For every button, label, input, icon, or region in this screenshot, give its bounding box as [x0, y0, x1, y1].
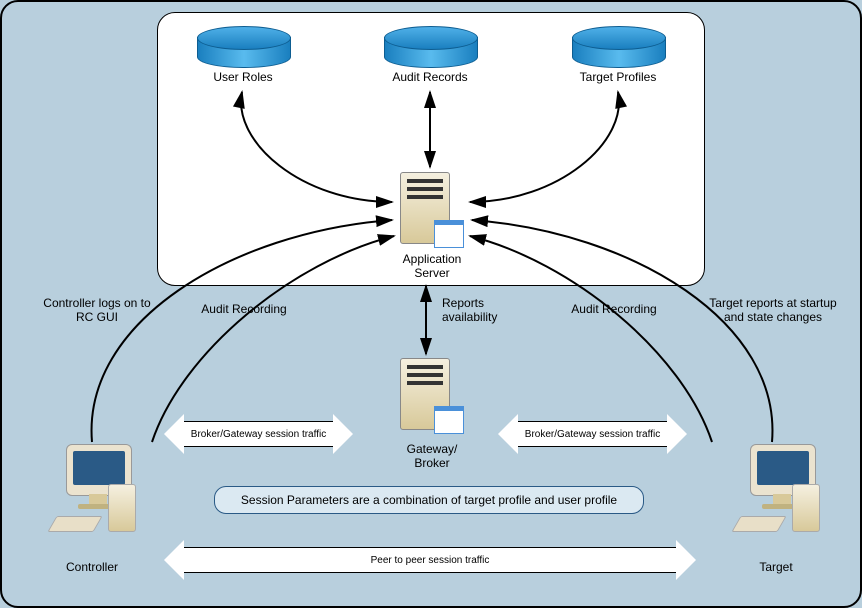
target-pc-icon	[726, 444, 826, 544]
edge-target-reports: Target reports at startup and state chan…	[698, 296, 848, 324]
edge-audit-left: Audit Recording	[194, 302, 294, 316]
target-label: Target	[746, 560, 806, 574]
application-server-icon	[400, 172, 460, 252]
db-user-roles-label: User Roles	[197, 70, 289, 84]
broker-traffic-right-text: Broker/Gateway session traffic	[525, 429, 660, 440]
application-server-label: Application Server	[382, 252, 482, 280]
session-params-text: Session Parameters are a combination of …	[241, 493, 617, 507]
edge-controller-logs: Controller logs on to RC GUI	[32, 296, 162, 324]
db-target-profiles-label: Target Profiles	[572, 70, 664, 84]
broker-traffic-left-arrow: Broker/Gateway session traffic	[164, 414, 353, 454]
gateway-broker-icon	[400, 358, 460, 438]
gateway-broker-label: Gateway/ Broker	[382, 442, 482, 470]
architecture-diagram: User Roles Audit Records Target Profiles…	[0, 0, 862, 608]
peer-traffic-text: Peer to peer session traffic	[371, 555, 490, 566]
peer-traffic-arrow: Peer to peer session traffic	[164, 540, 696, 580]
broker-traffic-left-text: Broker/Gateway session traffic	[191, 429, 326, 440]
controller-label: Controller	[52, 560, 132, 574]
controller-pc-icon	[42, 444, 142, 544]
broker-traffic-right-arrow: Broker/Gateway session traffic	[498, 414, 687, 454]
edge-audit-right: Audit Recording	[564, 302, 664, 316]
edge-reports-avail: Reports availability	[442, 296, 522, 324]
session-params-note: Session Parameters are a combination of …	[214, 486, 644, 514]
db-audit-records-label: Audit Records	[384, 70, 476, 84]
